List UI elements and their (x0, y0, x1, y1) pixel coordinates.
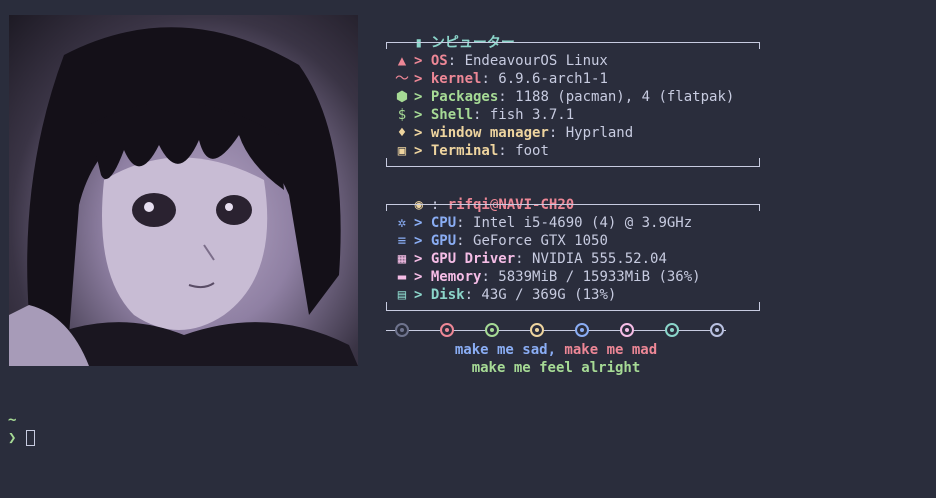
hardware-info-value: : 43G / 369G (13%) (464, 287, 617, 303)
system-info-value: : fish 3.7.1 (473, 107, 575, 123)
hardware-info-key: GPU Driver (430, 251, 516, 267)
hardware-box-top-border (386, 204, 760, 211)
palette-swatch (395, 323, 409, 337)
quote-line-2: make me feel alright (386, 360, 726, 376)
quote-comma: , (547, 342, 565, 358)
arch-icon: ▲ (397, 53, 407, 69)
system-info-value: : 1188 (pacman), 4 (flatpak) (498, 89, 735, 105)
system-info-key: Shell (430, 107, 474, 123)
system-info-value: : foot (498, 143, 549, 159)
quote-part-3: make me feel alright (471, 360, 641, 376)
hardware-info-value: : NVIDIA 555.52.04 (515, 251, 667, 267)
prompt-symbol: ❯ (8, 430, 17, 446)
dollar-icon: $ (397, 107, 407, 123)
quote-part-1: make me sad (454, 342, 548, 358)
package-icon: ⬢ (395, 89, 409, 105)
hardware-info-line: ✲ > CPU: Intel i5-4690 (4) @ 3.9GHz (394, 214, 692, 232)
system-info-arrow: > (414, 53, 431, 69)
hardware-info-arrow: > (414, 269, 431, 285)
palette-swatch (575, 323, 589, 337)
system-info-value: : 6.9.6-arch1-1 (481, 71, 608, 87)
system-info-key: kernel (430, 71, 482, 87)
palette-swatch (440, 323, 454, 337)
hardware-info-line: ▬ > Memory: 5839MiB / 15933MiB (36%) (394, 268, 701, 286)
hardware-info-arrow: > (414, 233, 431, 249)
system-info-arrow: > (414, 89, 431, 105)
hardware-info-line: ▦ > GPU Driver: NVIDIA 555.52.04 (394, 250, 667, 268)
palette-swatch (485, 323, 499, 337)
system-info-arrow: > (414, 125, 431, 141)
cpu-icon: ✲ (397, 215, 407, 231)
hardware-info-key: Disk (430, 287, 465, 303)
disk-icon: ▤ (397, 287, 407, 303)
portrait-illustration (9, 27, 358, 366)
hardware-info-arrow: > (414, 215, 431, 231)
system-info-value: : Hyprland (548, 125, 634, 141)
hardware-info-value: : Intel i5-4690 (4) @ 3.9GHz (456, 215, 693, 231)
system-info-key: Terminal (430, 143, 499, 159)
color-palette (386, 322, 726, 340)
quote-part-2: make me mad (564, 342, 658, 358)
gpu-icon: ≡ (397, 233, 407, 249)
header-line: ▮ ンピューター (394, 16, 515, 51)
hardware-info-key: CPU (430, 215, 457, 231)
hardware-info-value: : GeForce GTX 1050 (456, 233, 608, 249)
driver-icon: ▦ (397, 251, 407, 267)
memory-icon: ▬ (397, 269, 407, 285)
system-info-line: ♦ > window manager: Hyprland (394, 124, 633, 142)
terminal-icon: ▣ (397, 143, 407, 159)
system-info-key: Packages (430, 89, 499, 105)
system-info-line: $ > Shell: fish 3.7.1 (394, 106, 574, 124)
drop-icon: ♦ (397, 125, 407, 141)
system-info-key: OS (430, 53, 448, 69)
chart-line-icon: 〜 (395, 71, 409, 87)
hardware-info-arrow: > (414, 287, 431, 303)
hardware-info-arrow: > (414, 251, 431, 267)
user-line: ◉: rifqi@NAVI-CH20 (394, 178, 575, 213)
system-info-line: 〜 > kernel: 6.9.6-arch1-1 (394, 70, 608, 88)
system-info-arrow: > (414, 143, 431, 159)
system-info-line: ▣ > Terminal: foot (394, 142, 549, 160)
hardware-info-line: ▤ > Disk: 43G / 369G (13%) (394, 286, 617, 304)
fastfetch-logo-image (9, 15, 358, 366)
quote-line-1: make me sad, make me mad (386, 342, 726, 358)
system-info-value: : EndeavourOS Linux (447, 53, 608, 69)
hardware-info-line: ≡ > GPU: GeForce GTX 1050 (394, 232, 608, 250)
system-info-key: window manager (430, 125, 549, 141)
terminal-cursor[interactable] (26, 430, 35, 446)
hardware-info-key: Memory (430, 269, 482, 285)
system-info-arrow: > (414, 71, 431, 87)
palette-swatch (710, 323, 724, 337)
hardware-info-key: GPU (430, 233, 457, 249)
system-info-line: ⬢ > Packages: 1188 (pacman), 4 (flatpak) (394, 88, 734, 106)
prompt-directory: ~ (8, 412, 17, 428)
system-box-top-border (386, 42, 760, 49)
system-info-line: ▲ > OS: EndeavourOS Linux (394, 52, 608, 70)
palette-swatch (665, 323, 679, 337)
palette-swatch (530, 323, 544, 337)
system-info-arrow: > (414, 107, 431, 123)
palette-swatch (620, 323, 634, 337)
hardware-info-value: : 5839MiB / 15933MiB (36%) (481, 269, 701, 285)
